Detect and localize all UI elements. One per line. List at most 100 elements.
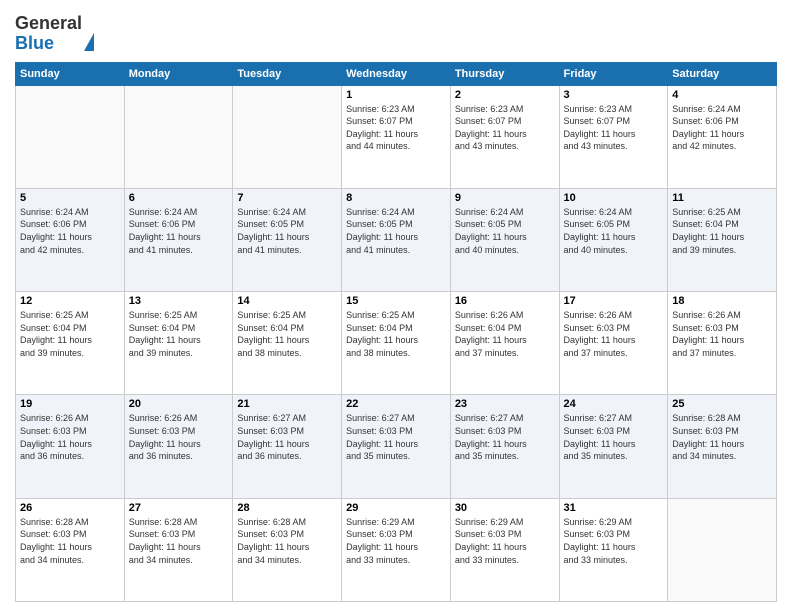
- week-row-4: 19 Sunrise: 6:26 AM Sunset: 6:03 PM Dayli…: [16, 395, 777, 498]
- day-info: Sunrise: 6:28 AM Sunset: 6:03 PM Dayligh…: [672, 412, 772, 462]
- calendar-cell: 9 Sunrise: 6:24 AM Sunset: 6:05 PM Daylig…: [450, 188, 559, 291]
- day-number: 30: [455, 502, 555, 514]
- day-number: 4: [672, 89, 772, 101]
- day-header-friday: Friday: [559, 62, 668, 85]
- day-info: Sunrise: 6:24 AM Sunset: 6:06 PM Dayligh…: [129, 206, 229, 256]
- day-header-monday: Monday: [124, 62, 233, 85]
- day-info: Sunrise: 6:25 AM Sunset: 6:04 PM Dayligh…: [129, 309, 229, 359]
- day-info: Sunrise: 6:28 AM Sunset: 6:03 PM Dayligh…: [20, 516, 120, 566]
- calendar-table: SundayMondayTuesdayWednesdayThursdayFrid…: [15, 62, 777, 602]
- day-number: 15: [346, 295, 446, 307]
- day-number: 2: [455, 89, 555, 101]
- day-number: 17: [564, 295, 664, 307]
- calendar-cell: 5Sunrise: 6:24 AM Sunset: 6:06 PM Daylig…: [16, 188, 125, 291]
- calendar-cell: 18Sunrise: 6:26 AM Sunset: 6:03 PM Dayli…: [668, 292, 777, 395]
- logo-text-block: General Blue: [15, 14, 94, 54]
- day-number: 22: [346, 398, 446, 410]
- header: General Blue: [15, 10, 777, 54]
- day-info: Sunrise: 6:27 AM Sunset: 6:03 PM Dayligh…: [564, 412, 664, 462]
- calendar-cell: 14 Sunrise: 6:25 AM Sunset: 6:04 PM Dayli…: [233, 292, 342, 395]
- calendar-cell: 10 Sunrise: 6:24 AM Sunset: 6:05 PM Dayli…: [559, 188, 668, 291]
- week-row-5: 26 Sunrise: 6:28 AM Sunset: 6:03 PM Dayli…: [16, 498, 777, 601]
- day-number: 25: [672, 398, 772, 410]
- calendar-cell: [16, 85, 125, 188]
- calendar-cell: 19 Sunrise: 6:26 AM Sunset: 6:03 PM Dayli…: [16, 395, 125, 498]
- calendar-cell: 12Sunrise: 6:25 AM Sunset: 6:04 PM Dayli…: [16, 292, 125, 395]
- day-info: Sunrise: 6:27 AM Sunset: 6:03 PM Dayligh…: [237, 412, 337, 462]
- calendar-cell: 23 Sunrise: 6:27 AM Sunset: 6:03 PM Dayli…: [450, 395, 559, 498]
- day-info: Sunrise: 6:26 AM Sunset: 6:03 PM Dayligh…: [672, 309, 772, 359]
- days-header-row: SundayMondayTuesdayWednesdayThursdayFrid…: [16, 62, 777, 85]
- calendar-cell: 25 Sunrise: 6:28 AM Sunset: 6:03 PM Dayli…: [668, 395, 777, 498]
- week-row-2: 5Sunrise: 6:24 AM Sunset: 6:06 PM Daylig…: [16, 188, 777, 291]
- day-info: Sunrise: 6:24 AM Sunset: 6:06 PM Dayligh…: [672, 103, 772, 153]
- calendar-cell: 28Sunrise: 6:28 AM Sunset: 6:03 PM Dayli…: [233, 498, 342, 601]
- calendar-body: 1 Sunrise: 6:23 AM Sunset: 6:07 PM Daylig…: [16, 85, 777, 601]
- day-info: Sunrise: 6:24 AM Sunset: 6:05 PM Dayligh…: [346, 206, 446, 256]
- day-number: 8: [346, 192, 446, 204]
- day-number: 10: [564, 192, 664, 204]
- day-info: Sunrise: 6:24 AM Sunset: 6:06 PM Dayligh…: [20, 206, 120, 256]
- day-number: 1: [346, 89, 446, 101]
- calendar-cell: 29 Sunrise: 6:29 AM Sunset: 6:03 PM Dayli…: [342, 498, 451, 601]
- calendar-cell: 24 Sunrise: 6:27 AM Sunset: 6:03 PM Dayli…: [559, 395, 668, 498]
- day-number: 24: [564, 398, 664, 410]
- calendar-cell: 22 Sunrise: 6:27 AM Sunset: 6:03 PM Dayli…: [342, 395, 451, 498]
- page: General Blue SundayMondayTuesdayWednesda…: [0, 0, 792, 612]
- calendar-cell: 3 Sunrise: 6:23 AM Sunset: 6:07 PM Daylig…: [559, 85, 668, 188]
- day-number: 11: [672, 192, 772, 204]
- day-info: Sunrise: 6:24 AM Sunset: 6:05 PM Dayligh…: [455, 206, 555, 256]
- day-info: Sunrise: 6:29 AM Sunset: 6:03 PM Dayligh…: [455, 516, 555, 566]
- logo: General Blue: [15, 14, 94, 54]
- calendar-cell: 7 Sunrise: 6:24 AM Sunset: 6:05 PM Daylig…: [233, 188, 342, 291]
- day-info: Sunrise: 6:25 AM Sunset: 6:04 PM Dayligh…: [237, 309, 337, 359]
- calendar-cell: 21Sunrise: 6:27 AM Sunset: 6:03 PM Dayli…: [233, 395, 342, 498]
- calendar-cell: 15Sunrise: 6:25 AM Sunset: 6:04 PM Dayli…: [342, 292, 451, 395]
- day-info: Sunrise: 6:26 AM Sunset: 6:04 PM Dayligh…: [455, 309, 555, 359]
- calendar-header: SundayMondayTuesdayWednesdayThursdayFrid…: [16, 62, 777, 85]
- day-number: 9: [455, 192, 555, 204]
- day-number: 31: [564, 502, 664, 514]
- calendar-cell: 30 Sunrise: 6:29 AM Sunset: 6:03 PM Dayli…: [450, 498, 559, 601]
- day-number: 7: [237, 192, 337, 204]
- day-info: Sunrise: 6:27 AM Sunset: 6:03 PM Dayligh…: [346, 412, 446, 462]
- calendar-cell: 26 Sunrise: 6:28 AM Sunset: 6:03 PM Dayli…: [16, 498, 125, 601]
- day-header-wednesday: Wednesday: [342, 62, 451, 85]
- calendar-cell: 16Sunrise: 6:26 AM Sunset: 6:04 PM Dayli…: [450, 292, 559, 395]
- week-row-3: 12 Sunrise: 6:25 AM Sunset: 6:04 PM Dayli…: [16, 292, 777, 395]
- day-info: Sunrise: 6:25 AM Sunset: 6:04 PM Dayligh…: [672, 206, 772, 256]
- day-info: Sunrise: 6:26 AM Sunset: 6:03 PM Dayligh…: [20, 412, 120, 462]
- calendar-cell: 2Sunrise: 6:23 AM Sunset: 6:07 PM Daylig…: [450, 85, 559, 188]
- day-info: Sunrise: 6:28 AM Sunset: 6:03 PM Dayligh…: [129, 516, 229, 566]
- calendar-cell: 11 Sunrise: 6:25 AM Sunset: 6:04 PM Dayli…: [668, 188, 777, 291]
- calendar-cell: 20Sunrise: 6:26 AM Sunset: 6:03 PM Dayli…: [124, 395, 233, 498]
- calendar-cell: 13 Sunrise: 6:25 AM Sunset: 6:04 PM Dayli…: [124, 292, 233, 395]
- day-info: Sunrise: 6:24 AM Sunset: 6:05 PM Dayligh…: [564, 206, 664, 256]
- day-header-sunday: Sunday: [16, 62, 125, 85]
- day-header-tuesday: Tuesday: [233, 62, 342, 85]
- day-number: 12: [20, 295, 120, 307]
- day-info: Sunrise: 6:23 AM Sunset: 6:07 PM Dayligh…: [564, 103, 664, 153]
- day-number: 26: [20, 502, 120, 514]
- day-header-thursday: Thursday: [450, 62, 559, 85]
- day-info: Sunrise: 6:24 AM Sunset: 6:05 PM Dayligh…: [237, 206, 337, 256]
- day-number: 23: [455, 398, 555, 410]
- day-info: Sunrise: 6:27 AM Sunset: 6:03 PM Dayligh…: [455, 412, 555, 462]
- week-row-1: 1 Sunrise: 6:23 AM Sunset: 6:07 PM Daylig…: [16, 85, 777, 188]
- calendar-cell: [233, 85, 342, 188]
- calendar-cell: 1Sunrise: 6:23 AM Sunset: 6:07 PM Daylig…: [342, 85, 451, 188]
- logo-general: General: [15, 13, 82, 33]
- day-info: Sunrise: 6:28 AM Sunset: 6:03 PM Dayligh…: [237, 516, 337, 566]
- day-number: 14: [237, 295, 337, 307]
- calendar-cell: [668, 498, 777, 601]
- day-number: 19: [20, 398, 120, 410]
- logo-blue: Blue: [15, 33, 54, 53]
- calendar-cell: 6Sunrise: 6:24 AM Sunset: 6:06 PM Daylig…: [124, 188, 233, 291]
- day-number: 3: [564, 89, 664, 101]
- calendar-cell: 27Sunrise: 6:28 AM Sunset: 6:03 PM Dayli…: [124, 498, 233, 601]
- day-info: Sunrise: 6:26 AM Sunset: 6:03 PM Dayligh…: [564, 309, 664, 359]
- day-number: 13: [129, 295, 229, 307]
- calendar-cell: [124, 85, 233, 188]
- day-number: 29: [346, 502, 446, 514]
- day-info: Sunrise: 6:29 AM Sunset: 6:03 PM Dayligh…: [346, 516, 446, 566]
